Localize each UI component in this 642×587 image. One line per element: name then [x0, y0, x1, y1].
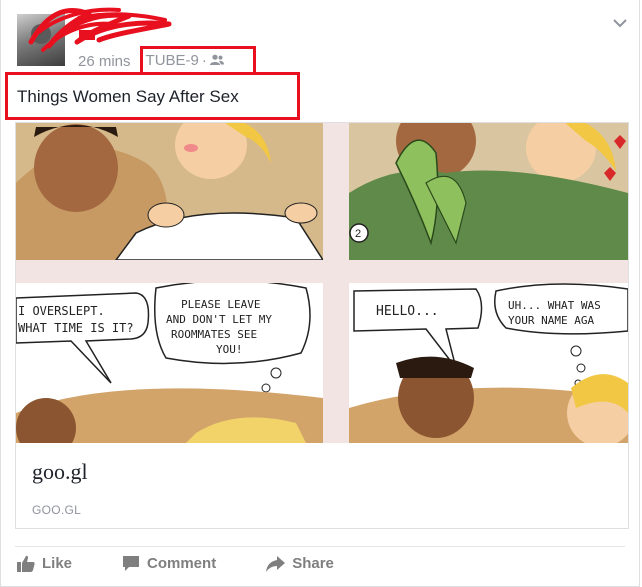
- actions-divider: [15, 546, 625, 547]
- comic-panel3b-line3: ROOMMATES SEE: [171, 328, 257, 341]
- author-avatar[interactable]: [17, 14, 65, 66]
- comic-panel-number: 2: [355, 228, 361, 240]
- comic-panel3-line1: I OVERSLEPT.: [18, 304, 105, 318]
- comic-strip-image: 2 I OVERSLEPT. WHAT TIME IS IT? PLEASE L…: [16, 123, 628, 443]
- comic-panel3-line2: WHAT TIME IS IT?: [18, 321, 134, 335]
- comment-icon: [123, 556, 140, 571]
- link-domain: GOO.GL: [32, 503, 82, 517]
- thumbs-up-icon: [17, 555, 35, 572]
- comment-button[interactable]: Comment: [122, 555, 216, 572]
- author-name-redacted[interactable]: [77, 15, 173, 37]
- post-actions-bar: Like Comment Share: [17, 555, 384, 572]
- group-name[interactable]: TUBE-9: [146, 52, 199, 69]
- link-title[interactable]: goo.gl: [32, 459, 88, 485]
- like-button[interactable]: Like: [17, 555, 72, 572]
- comic-panel3b-line4: YOU!: [216, 343, 243, 356]
- comic-panel3b-line1: PLEASE LEAVE: [181, 298, 260, 311]
- share-label: Share: [292, 555, 334, 572]
- chevron-down-icon[interactable]: [613, 18, 627, 28]
- link-preview-card[interactable]: 2 I OVERSLEPT. WHAT TIME IS IT? PLEASE L…: [15, 122, 629, 529]
- comic-panel4b-line1: UH... WHAT WAS: [508, 299, 601, 312]
- comic-panel4b-line2: YOUR NAME AGA: [508, 314, 594, 327]
- share-button[interactable]: Share: [266, 555, 334, 572]
- comic-panel4a-text: HELLO...: [376, 304, 439, 319]
- like-label: Like: [42, 555, 73, 572]
- feed-post: 26 mins TUBE-9 · Things Women Say After …: [0, 0, 640, 587]
- post-text: Things Women Say After Sex: [17, 87, 239, 106]
- comment-label: Comment: [147, 555, 217, 572]
- post-timestamp[interactable]: 26 mins: [78, 53, 131, 70]
- link-preview-image[interactable]: 2 I OVERSLEPT. WHAT TIME IS IT? PLEASE L…: [16, 123, 628, 443]
- meta-separator: ·: [201, 51, 207, 69]
- group-highlight-box: TUBE-9 ·: [139, 46, 256, 75]
- post-text-highlight-box: Things Women Say After Sex: [5, 72, 300, 120]
- comic-panel3b-line2: AND DON'T LET MY: [166, 313, 272, 326]
- friends-icon[interactable]: [209, 54, 224, 66]
- share-arrow-icon: [266, 555, 286, 572]
